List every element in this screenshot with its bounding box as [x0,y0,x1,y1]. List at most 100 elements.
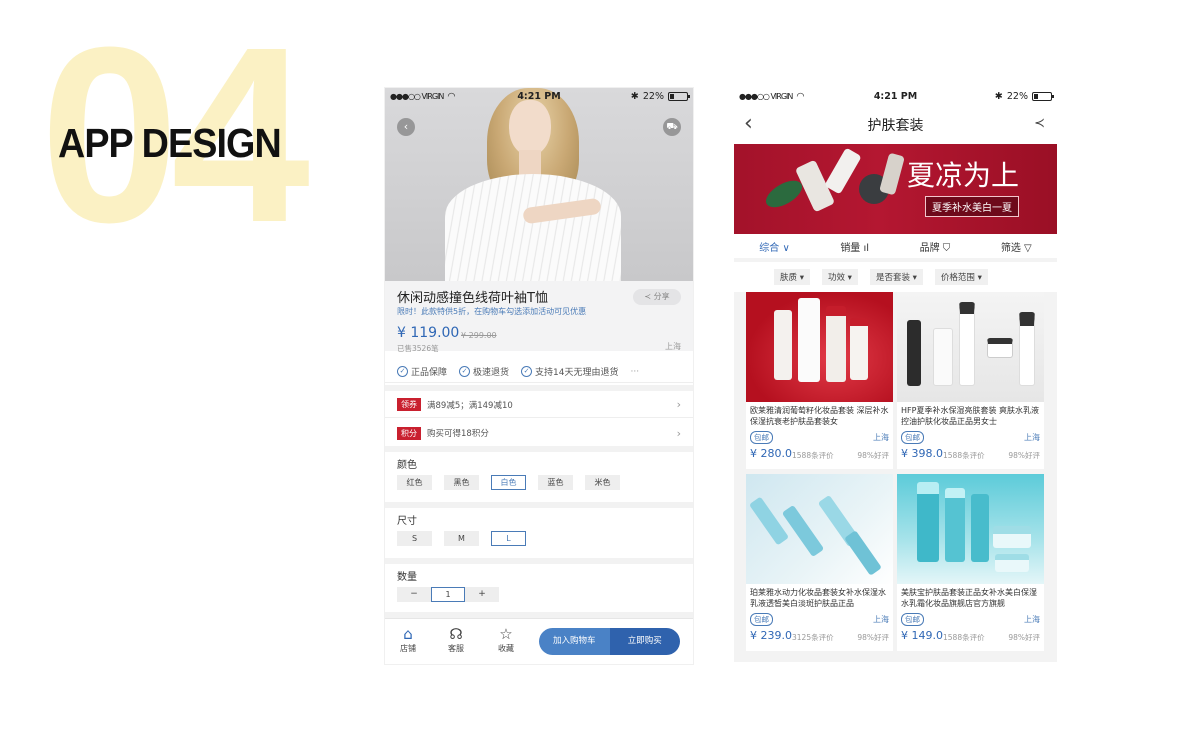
check-icon: ✓ [521,366,533,377]
back-icon[interactable]: ‹ [397,118,415,136]
tab-store[interactable]: ⌂ 店铺 [393,625,423,654]
product-price: ¥ 280.0 [750,447,792,460]
color-option[interactable]: 黑色 [444,475,479,490]
rating: 98%好评 [1008,633,1040,642]
quantity-input[interactable]: 1 [431,587,465,602]
sort-sales[interactable]: 销量 ıl [840,239,869,254]
review-count: 1588条评价 [792,451,834,460]
phone-product-list: ●●●○○ VIRGIN ◠ 4:21 PM ✱ 22% ‹ 护肤套装 ≺ 夏凉为上… [734,88,1057,662]
quantity-minus-button[interactable]: − [397,587,431,602]
size-option[interactable]: M [444,531,479,546]
color-option[interactable]: 米色 [585,475,620,490]
points-tag: 积分 [397,426,421,440]
product-title: 休闲动感撞色线荷叶袖T恤 [397,291,548,306]
quantity-label: 数量 [397,572,417,583]
size-label: 尺寸 [397,516,417,527]
add-to-cart-button[interactable]: 加入购物车 [539,628,610,655]
store-icon: ⌂ [403,625,413,643]
size-option-selected[interactable]: L [491,531,526,546]
free-shipping-badge: 包邮 [750,613,773,626]
size-options: S M L [397,531,526,546]
share-icon: ≺ [644,292,654,301]
promo-banner[interactable]: 夏凉为上 夏季补水美白一夏 [734,144,1057,234]
product-card[interactable]: 珀莱雅水动力化妆品套装女补水保湿水乳液透皙美白淡斑护肤品正品 包邮 上海 ¥ 2… [746,474,893,651]
status-bar: ●●●○○ VIRGIN ◠ 4:21 PM ✱ 22% [734,88,1057,105]
filter-skin[interactable]: 肤质 ▾ [774,269,810,285]
banner-subtitle: 夏季补水美白一夏 [925,196,1019,217]
headset-icon: ☊ [449,625,463,643]
points-text: 购买可得18积分 [427,429,489,439]
quantity-stepper: − 1 + [397,587,499,602]
coupon-row[interactable]: 领券 满89减5；满149减10 › [385,392,693,418]
cart-icon[interactable]: ⛟ [663,118,681,136]
sort-filter[interactable]: 筛选 ▽ [1001,239,1032,254]
filter-set[interactable]: 是否套装 ▾ [869,269,923,285]
product-card[interactable]: 美肤宝护肤品套装正品女补水美白保湿水乳霜化妆品旗舰店官方旗舰 包邮 上海 ¥ 1… [897,474,1044,651]
product-price: ¥ 119.00 [397,325,460,341]
rating: 98%好评 [857,633,889,642]
free-shipping-badge: 包邮 [901,431,924,444]
review-count: 1588条评价 [943,633,985,642]
tab-service[interactable]: ☊ 客服 [441,625,471,654]
share-icon[interactable]: ≺ [1034,116,1045,131]
sort-comprehensive[interactable]: 综合 ∨ [759,239,790,254]
review-count: 1588条评价 [943,451,985,460]
product-info: 休闲动感撞色线荷叶袖T恤 限时！此款特供5折，在购物车勾选添加活动可见优惠 ≺ … [385,281,693,353]
status-time: 4:21 PM [873,91,918,102]
quantity-plus-button[interactable]: + [465,587,499,602]
product-image [746,474,893,584]
product-card[interactable]: HFP夏季补水保湿亮肤套装 爽肤水乳液控油护肤化妆品正品男女士 包邮 上海 ¥ … [897,292,1044,469]
free-shipping-badge: 包邮 [901,613,924,626]
product-name: 欧莱雅清润葡萄籽化妆品套装 深层补水保湿抗衰老护肤品套装女 [750,406,889,426]
product-card[interactable]: 欧莱雅清润葡萄籽化妆品套装 深层补水保湿抗衰老护肤品套装女 包邮 上海 ¥ 28… [746,292,893,469]
guarantee-item: 支持14天无理由退货 [535,368,619,378]
chevron-right-icon: › [676,426,681,440]
filter-effect[interactable]: 功效 ▾ [821,269,858,285]
product-name: 珀莱雅水动力化妆品套装女补水保湿水乳液透皙美白淡斑护肤品正品 [750,588,886,608]
product-image [897,292,1044,402]
product-city: 上海 [1024,615,1040,624]
page-title: 护肤套装 [867,118,924,134]
battery-icon [668,92,690,101]
free-shipping-badge: 包邮 [750,431,773,444]
showcase-canvas: 04 APP DESIGN ●●●○○ VIRGIN ◠ 4:21 PM ✱ 22%… [0,0,1200,750]
coupon-text: 满89减5；满149减10 [427,400,513,411]
coupon-tag: 领券 [397,398,421,411]
filter-price[interactable]: 价格范围 ▾ [934,269,988,285]
color-label: 颜色 [397,460,417,471]
banner-title: 夏凉为上 [906,159,1019,192]
nav-bar: ‹ 护肤套装 ≺ [734,105,1057,144]
filter-bar: 肤质 ▾ 功效 ▾ 是否套装 ▾ 价格范围 ▾ [734,262,1057,292]
sold-count: 已售3526笔 [397,344,439,353]
rating: 98%好评 [857,451,889,460]
product-name: 美肤宝护肤品套装正品女补水美白保湿水乳霜化妆品旗舰店官方旗舰 [901,588,1037,608]
rating: 98%好评 [1008,451,1040,460]
product-image [897,474,1044,584]
product-name: HFP夏季补水保湿亮肤套装 爽肤水乳液控油护肤化妆品正品男女士 [901,406,1039,426]
sort-brand[interactable]: 品牌 ⛉ [920,239,951,254]
review-count: 3125条评价 [792,633,834,642]
cta-group: 加入购物车 立即购买 [539,628,680,655]
buy-now-button[interactable]: 立即购买 [609,628,680,655]
guarantee-row[interactable]: ✓ 正品保障 ✓ 极速退货 ✓ 支持14天无理由退货 ··· [385,361,693,383]
chevron-right-icon: › [676,398,681,411]
tab-favorite[interactable]: ☆ 收藏 [491,625,521,654]
share-button[interactable]: ≺ 分享 [633,289,681,305]
points-row[interactable]: 积分 购买可得18积分 › [385,420,693,446]
color-option-selected[interactable]: 白色 [491,475,526,490]
color-option[interactable]: 红色 [397,475,432,490]
guarantee-item: 正品保障 [411,368,448,378]
product-price: ¥ 149.0 [901,629,943,642]
more-icon[interactable]: ··· [630,367,639,377]
phone-product-detail: ●●●○○ VIRGIN ◠ 4:21 PM ✱ 22% ‹ ⛟ 休闲动感撞色线荷叶… [385,88,693,664]
check-icon: ✓ [459,366,471,377]
ship-location: 上海 [665,342,681,351]
promo-text: 限时！此款特供5折，在购物车勾选添加活动可见优惠 [397,307,587,316]
check-icon: ✓ [397,366,408,377]
product-price: ¥ 398.0 [901,447,943,460]
size-option[interactable]: S [397,531,432,546]
color-option[interactable]: 蓝色 [538,475,573,490]
hero-title: APP DESIGN [58,120,282,166]
product-city: 上海 [873,433,889,442]
status-time: 4:21 PM [517,91,561,102]
